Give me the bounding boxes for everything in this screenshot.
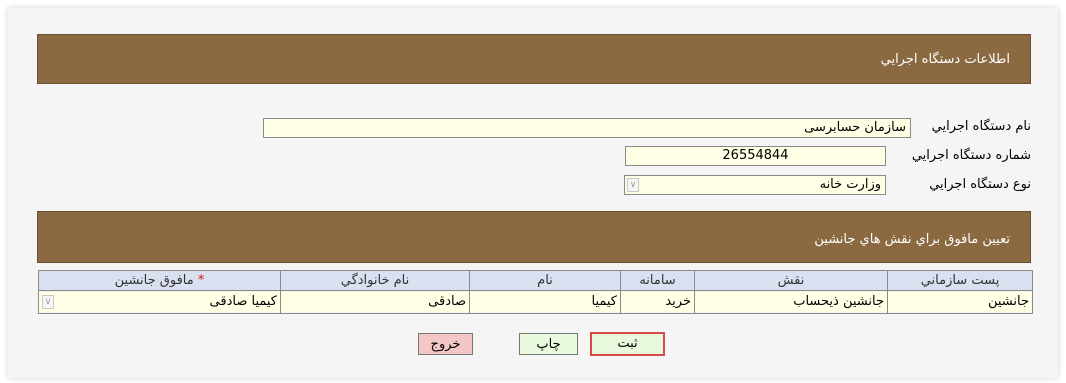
org-number-field[interactable]: 26554844 xyxy=(625,146,886,166)
cell-system-wrap: خريد xyxy=(620,290,695,314)
cell-last-name[interactable]: صادقی xyxy=(281,292,469,312)
superior-grid: پست سازماني نقش سامانه نام نام خانوادگي … xyxy=(38,270,1033,314)
col-header-role: نقش xyxy=(694,270,888,291)
save-button[interactable]: ثبت xyxy=(590,332,665,356)
print-button[interactable]: چاپ xyxy=(519,333,578,355)
cell-superior: كيميا صادقی xyxy=(209,294,277,309)
chevron-down-icon[interactable]: ∨ xyxy=(42,295,54,309)
org-name-label: نام دستگاه اجرایي xyxy=(931,119,1031,134)
cell-post-wrap: جانشين xyxy=(887,290,1033,314)
exit-button[interactable]: خروج xyxy=(418,333,473,355)
col-header-first-name: نام xyxy=(469,270,621,291)
section-header-org-info: اطلاعات دستگاه اجرایي xyxy=(37,34,1031,84)
section-header-superior: تعيين مافوق براي نقش هاي جانشين xyxy=(37,211,1031,263)
cell-superior-wrap: كيميا صادقی ∨ xyxy=(38,290,281,314)
col-header-superior: * مافوق جانشين xyxy=(38,270,281,291)
required-marker: * xyxy=(197,273,205,288)
cell-last-name-wrap: صادقی xyxy=(280,290,470,314)
cell-role[interactable]: جانشين ذيحساب xyxy=(695,292,887,312)
col-header-post: پست سازماني xyxy=(887,270,1033,291)
superior-select[interactable]: كيميا صادقی xyxy=(39,292,280,312)
cell-role-wrap: جانشين ذيحساب xyxy=(694,290,888,314)
section-title-org-info: اطلاعات دستگاه اجرایي xyxy=(880,52,1010,67)
cell-first-name[interactable]: كيميا xyxy=(470,292,620,312)
org-type-select[interactable]: وزارت خانه ∨ xyxy=(624,175,886,195)
cell-first-name-wrap: كيميا xyxy=(469,290,621,314)
cell-post[interactable]: جانشين xyxy=(888,292,1032,312)
org-type-label: نوع دستگاه اجرایي xyxy=(929,177,1031,192)
org-name-field[interactable]: سازمان حسابرسی xyxy=(263,118,911,138)
cell-system[interactable]: خريد xyxy=(621,292,694,312)
section-title-superior: تعيين مافوق براي نقش هاي جانشين xyxy=(814,232,1010,247)
table-row: جانشين جانشين ذيحساب خريد كيميا صادقی كي… xyxy=(38,290,1033,314)
col-header-last-name: نام خانوادگي xyxy=(280,270,470,291)
org-number-label: شماره دستگاه اجرایي xyxy=(911,148,1031,163)
grid-header-row: پست سازماني نقش سامانه نام نام خانوادگي … xyxy=(38,270,1033,291)
chevron-down-icon[interactable]: ∨ xyxy=(627,178,639,192)
org-type-value: وزارت خانه xyxy=(819,177,881,192)
col-header-system: سامانه xyxy=(620,270,695,291)
col-header-superior-label: مافوق جانشين xyxy=(114,273,194,288)
